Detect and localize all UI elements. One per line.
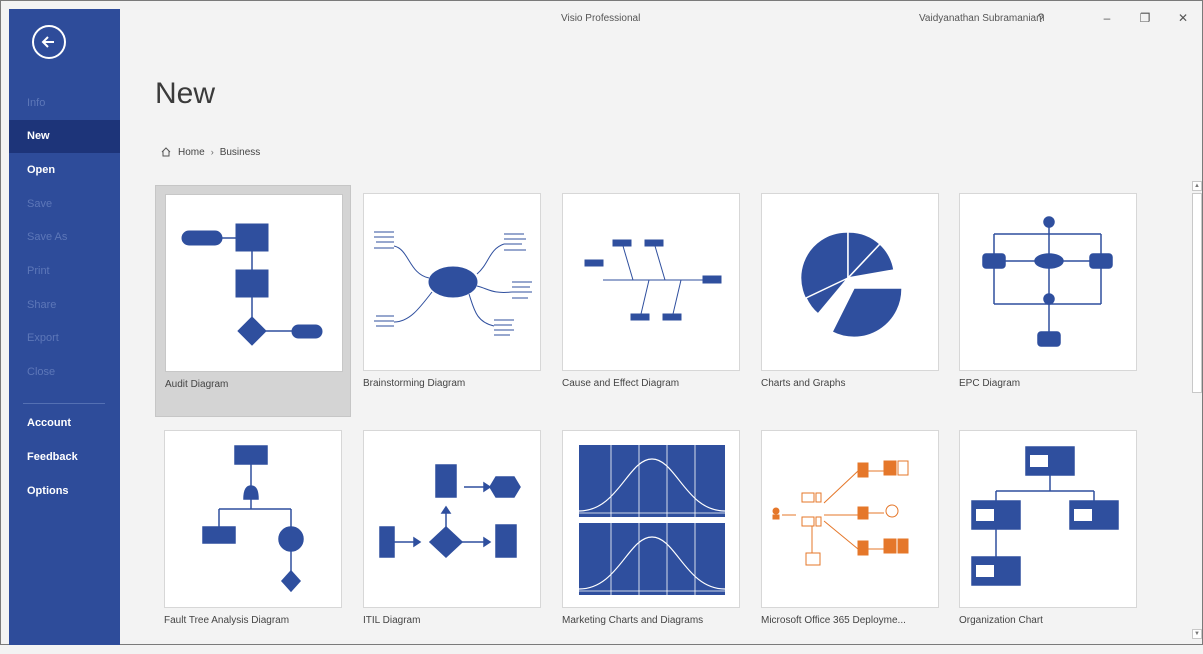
template-thumbnail — [562, 193, 740, 371]
template-organization-chart[interactable]: Organization Chart — [950, 422, 1146, 654]
fault-tree-diagram-preview — [202, 445, 304, 593]
help-button[interactable]: ? — [1029, 9, 1053, 27]
template-charts-and-graphs[interactable]: Charts and Graphs — [752, 185, 948, 417]
template-thumbnail — [959, 430, 1137, 608]
template-audit-diagram[interactable]: Audit Diagram — [155, 185, 351, 417]
template-thumbnail — [761, 430, 939, 608]
template-epc-diagram[interactable]: EPC Diagram — [950, 185, 1146, 417]
close-button[interactable]: ✕ — [1171, 9, 1195, 27]
nav-open[interactable]: Open — [9, 154, 120, 187]
breadcrumb-separator: › — [210, 147, 214, 157]
template-thumbnail — [959, 193, 1137, 371]
template-thumbnail — [164, 430, 342, 608]
template-label: Fault Tree Analysis Diagram — [164, 615, 290, 626]
template-label: Brainstorming Diagram — [363, 378, 466, 389]
nav-options[interactable]: Options — [9, 475, 120, 508]
nav-save-as[interactable]: Save As — [9, 221, 120, 254]
brainstorming-diagram-preview — [374, 231, 532, 336]
breadcrumb: Home › Business — [160, 144, 260, 160]
template-thumbnail — [165, 194, 343, 372]
page-title: New — [155, 77, 216, 110]
nav-export[interactable]: Export — [9, 322, 120, 355]
backstage-sidebar: Info New Open Save Save As Print Share E… — [9, 9, 120, 645]
template-thumbnail — [562, 430, 740, 608]
sidebar-divider — [23, 403, 105, 404]
template-cause-and-effect-diagram[interactable]: Cause and Effect Diagram — [553, 185, 749, 417]
breadcrumb-home[interactable]: Home — [178, 147, 205, 158]
cause-effect-diagram-preview — [584, 239, 722, 321]
nav-feedback[interactable]: Feedback — [9, 441, 120, 474]
template-itil-diagram[interactable]: ITIL Diagram — [354, 422, 550, 654]
template-thumbnail — [363, 193, 541, 371]
nav-close[interactable]: Close — [9, 356, 120, 389]
nav-print[interactable]: Print — [9, 255, 120, 288]
breadcrumb-current: Business — [219, 146, 261, 158]
template-label: Organization Chart — [959, 615, 1043, 626]
template-label: Charts and Graphs — [761, 378, 846, 389]
template-fault-tree-analysis-diagram[interactable]: Fault Tree Analysis Diagram — [155, 422, 351, 654]
charts-and-graphs-preview — [799, 231, 903, 339]
nav-info[interactable]: Info — [9, 87, 120, 120]
scroll-up-arrow-icon[interactable]: ▲ — [1192, 181, 1202, 191]
vertical-scrollbar[interactable]: ▲ ▼ — [1192, 181, 1202, 639]
scroll-thumb[interactable] — [1192, 193, 1202, 393]
template-microsoft-office-365-deployment[interactable]: Microsoft Office 365 Deployme... — [752, 422, 948, 654]
nav-save[interactable]: Save — [9, 188, 120, 221]
nav-new[interactable]: New — [9, 120, 120, 153]
visio-backstage-window: Info New Open Save Save As Print Share E… — [0, 0, 1203, 645]
nav-share[interactable]: Share — [9, 289, 120, 322]
epc-diagram-preview — [982, 216, 1113, 347]
back-arrow-icon — [41, 36, 54, 48]
template-marketing-charts-and-diagrams[interactable]: Marketing Charts and Diagrams — [553, 422, 749, 654]
template-label: Cause and Effect Diagram — [562, 378, 680, 389]
template-label: ITIL Diagram — [363, 615, 421, 626]
office-365-deployment-preview — [772, 460, 909, 566]
minimize-button[interactable]: – — [1095, 9, 1119, 27]
itil-diagram-preview — [379, 464, 521, 559]
template-thumbnail — [363, 430, 541, 608]
audit-diagram-preview — [181, 223, 323, 346]
scroll-down-arrow-icon[interactable]: ▼ — [1192, 629, 1202, 639]
window-title: Visio Professional — [561, 13, 641, 24]
template-label: Microsoft Office 365 Deployme... — [761, 615, 906, 626]
template-label: Marketing Charts and Diagrams — [562, 615, 704, 626]
template-label: Audit Diagram — [165, 379, 229, 390]
template-brainstorming-diagram[interactable]: Brainstorming Diagram — [354, 185, 550, 417]
marketing-charts-preview — [578, 445, 726, 595]
restore-button[interactable]: ❐ — [1133, 9, 1157, 27]
signed-in-user[interactable]: Vaidyanathan Subramaniam — [919, 13, 1044, 24]
template-thumbnail — [761, 193, 939, 371]
nav-account[interactable]: Account — [9, 407, 120, 440]
home-icon — [161, 147, 171, 157]
template-label: EPC Diagram — [959, 378, 1021, 389]
back-button[interactable] — [32, 25, 66, 59]
organization-chart-preview — [971, 446, 1119, 586]
